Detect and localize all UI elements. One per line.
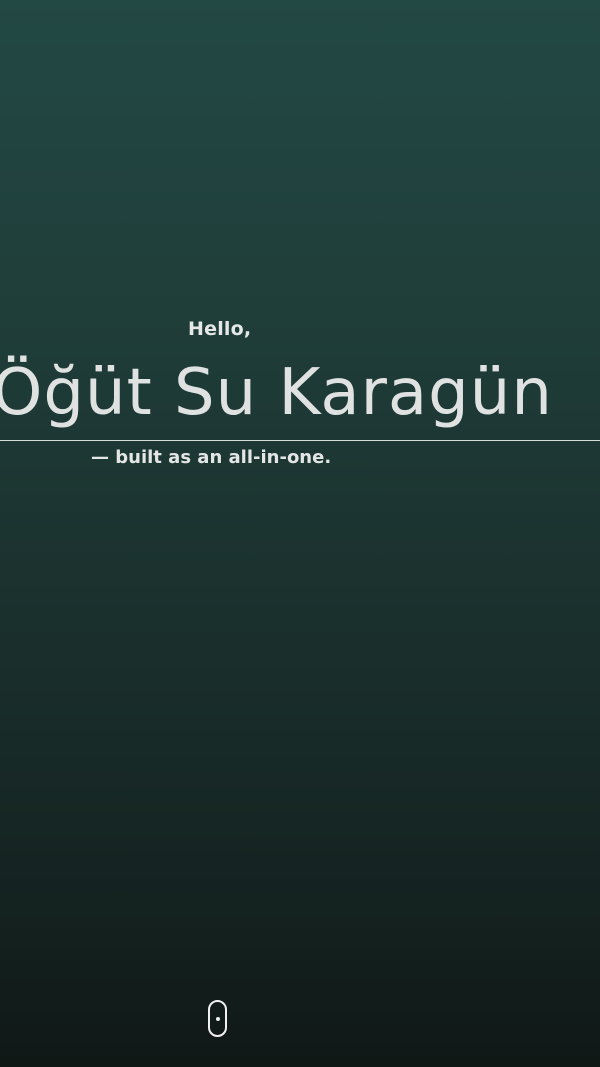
name-underline-divider [0, 440, 600, 441]
hero-name-heading: Öğüt Su Karagün [0, 356, 553, 430]
scroll-wheel-dot [215, 1016, 220, 1021]
name-container: Öğüt Su Karagün [0, 352, 600, 442]
tagline-text: — built as an all-in-one. [91, 447, 332, 468]
greeting-text: Hello, [188, 318, 252, 340]
mouse-scroll-icon[interactable] [208, 1000, 227, 1037]
hero-section: Hello, Öğüt Su Karagün — built as an all… [0, 0, 600, 1067]
